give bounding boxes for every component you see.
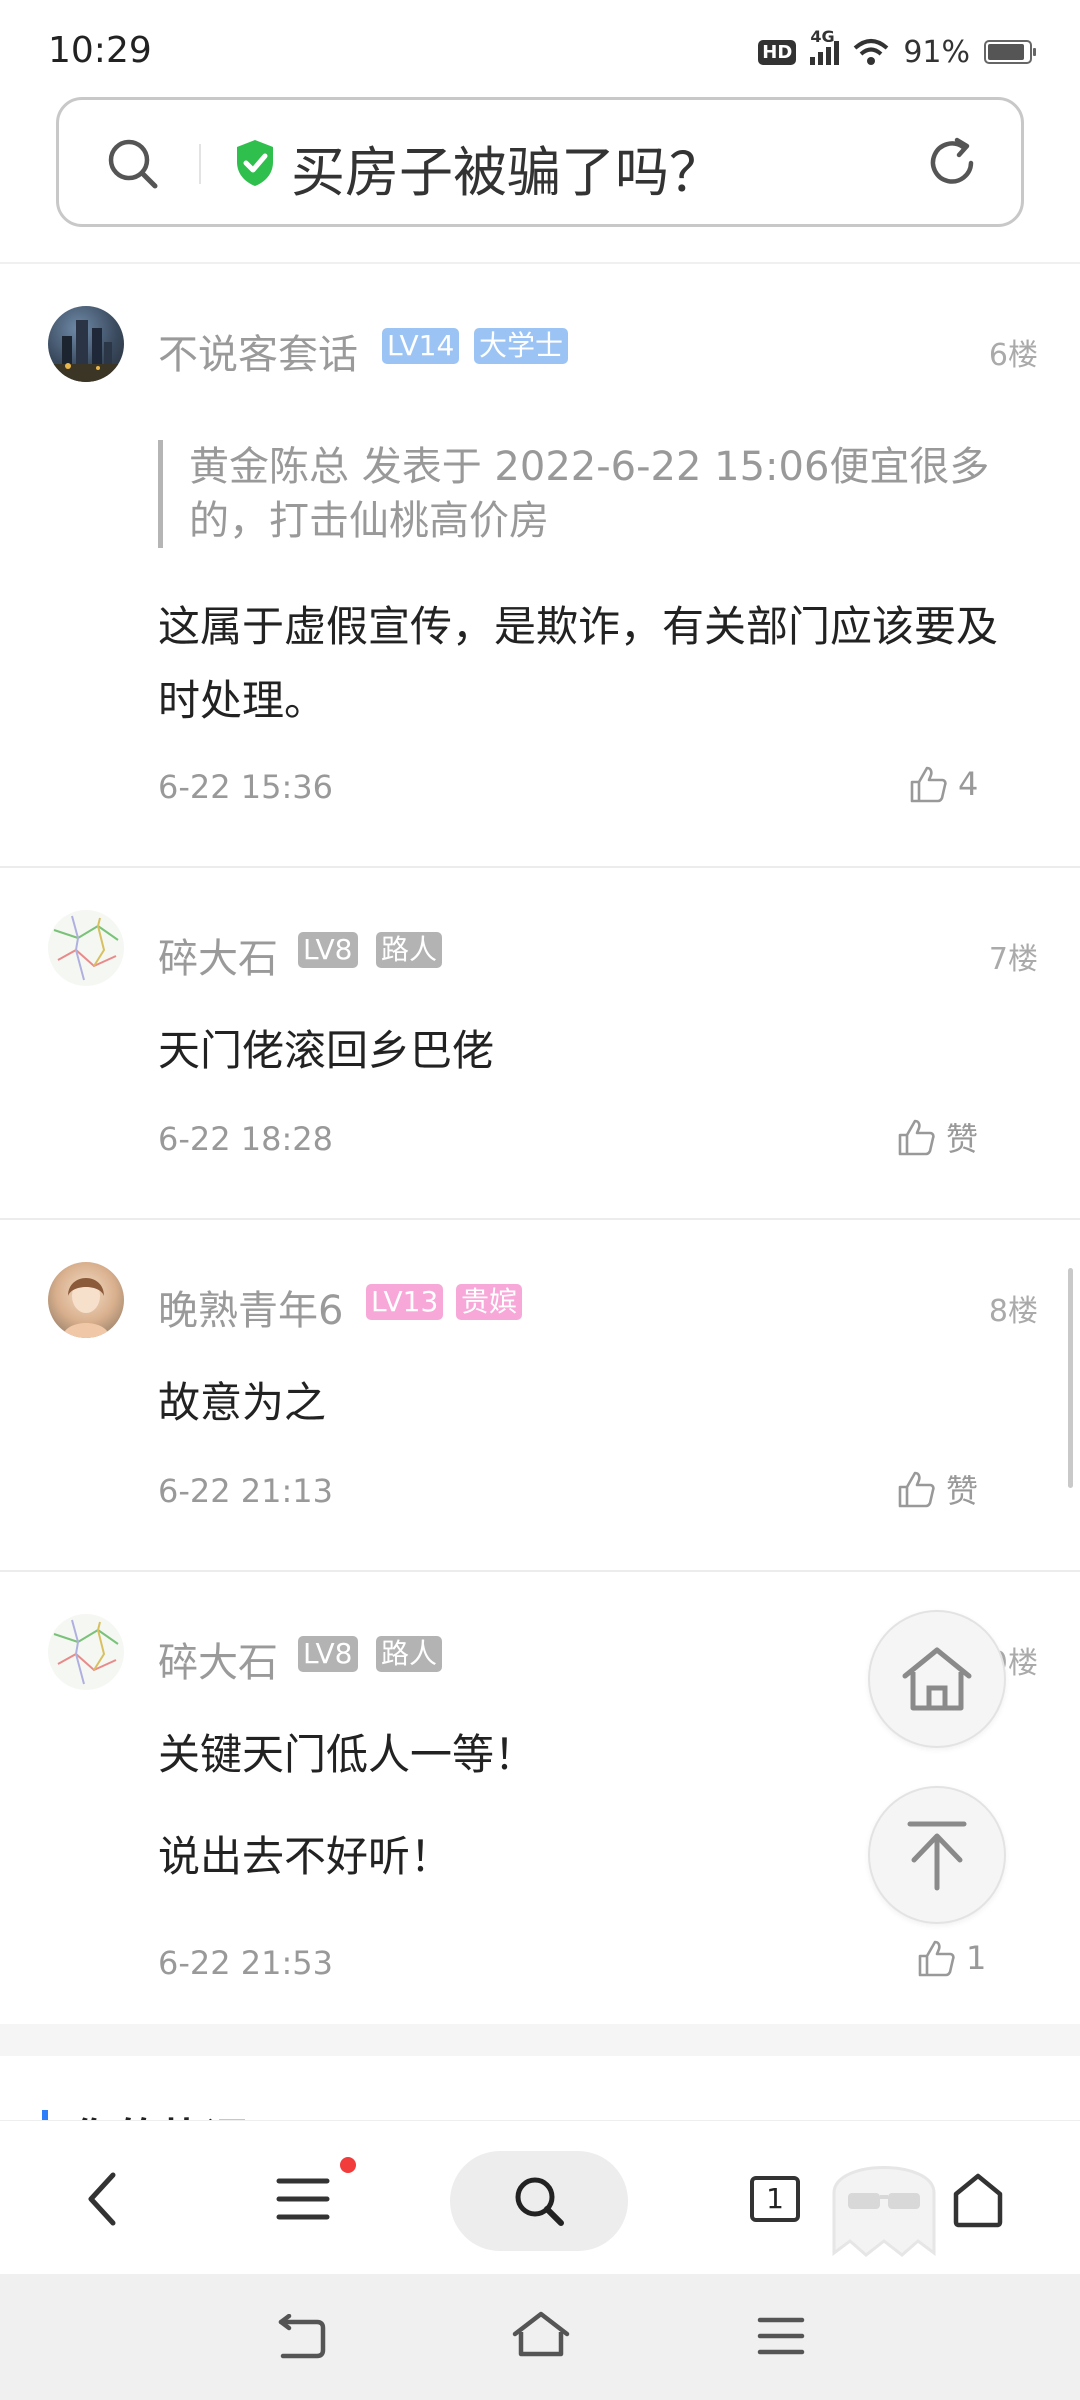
incognito-button[interactable] <box>820 2143 948 2263</box>
level-badge: LV14 <box>382 328 460 364</box>
hot-comments-section: 你的热评 <box>0 2056 1080 2120</box>
level-badge: LV8 <box>298 1636 358 1672</box>
scroll-top-button[interactable] <box>868 1786 1006 1924</box>
thumbs-up-icon <box>918 1940 955 1977</box>
avatar[interactable] <box>48 910 124 986</box>
title-badge: 路人 <box>376 932 443 968</box>
search-tab-button[interactable] <box>450 2151 628 2251</box>
like-count: 4 <box>958 765 979 803</box>
scrollbar[interactable] <box>1068 1268 1073 1488</box>
thumbs-up-icon <box>898 1119 935 1156</box>
menu-icon <box>757 2317 805 2355</box>
floor-number: 7楼 <box>988 942 1038 977</box>
like-count: 1 <box>966 1939 987 1977</box>
home-icon <box>512 2311 570 2357</box>
username[interactable]: 晚熟青年6 <box>158 1278 343 1336</box>
title-badge: 贵嫔 <box>456 1284 523 1320</box>
home-button[interactable] <box>950 2171 1006 2229</box>
like-label: 赞 <box>946 1472 979 1510</box>
status-time: 10:29 <box>48 30 152 71</box>
system-back-button[interactable] <box>272 2312 328 2362</box>
search-icon <box>515 2177 564 2226</box>
thumbs-up-icon <box>898 1471 935 1508</box>
like-button[interactable]: 1 <box>916 1938 986 1978</box>
comment-text: 天门佬滚回乡巴佬 <box>158 1026 495 1075</box>
floor-number: 6楼 <box>988 338 1038 373</box>
level-badge: LV13 <box>366 1284 444 1320</box>
tabs-button[interactable]: 1 <box>750 2176 800 2222</box>
status-bar: 10:29 HD 4G 91% <box>0 0 1080 96</box>
home-icon <box>953 2173 1003 2228</box>
avatar[interactable] <box>48 1614 124 1690</box>
home-float-button[interactable] <box>868 1610 1006 1748</box>
scroll-top-icon <box>907 1821 967 1891</box>
section-title: 你的热评 <box>72 2104 248 2120</box>
wifi-icon <box>853 39 889 65</box>
search-icon[interactable] <box>105 136 161 192</box>
system-home-button[interactable] <box>510 2308 572 2362</box>
city-avatar-image <box>48 320 124 382</box>
map-avatar-image <box>53 1619 119 1685</box>
search-divider <box>199 144 201 184</box>
menu-icon <box>276 2178 330 2220</box>
return-icon <box>278 2314 326 2359</box>
avatar[interactable] <box>48 1262 124 1338</box>
reload-icon[interactable] <box>923 134 981 192</box>
status-icons: HD 4G 91% <box>758 27 1036 74</box>
map-avatar-image <box>53 915 119 981</box>
battery-icon <box>984 40 1036 64</box>
home-icon <box>902 1647 972 1711</box>
thumbs-up-icon <box>910 766 947 803</box>
signal-icon: 4G <box>810 27 840 65</box>
section-accent-bar <box>42 2110 48 2120</box>
hd-icon: HD <box>758 39 797 65</box>
system-navigation-bar <box>0 2274 1080 2400</box>
title-badge: 大学士 <box>474 328 569 364</box>
menu-button[interactable] <box>274 2173 332 2225</box>
like-label: 赞 <box>946 1120 979 1158</box>
username[interactable]: 不说客套话 <box>158 322 358 380</box>
header-divider <box>0 262 1080 264</box>
browser-toolbar: 1 <box>0 2120 1080 2274</box>
network-type-label: 4G <box>810 27 835 46</box>
back-icon <box>88 2172 116 2226</box>
comment-text: 故意为之 <box>158 1378 327 1427</box>
username[interactable]: 碎大石 <box>158 926 278 984</box>
post-time: 6-22 15:36 <box>158 768 334 806</box>
portrait-avatar-image <box>62 1278 110 1338</box>
post-divider <box>0 866 1080 868</box>
floor-number: 8楼 <box>988 1294 1038 1329</box>
notification-dot <box>340 2157 356 2173</box>
search-bar[interactable]: 买房子被骗了吗？ <box>56 97 1024 227</box>
title-badge: 路人 <box>376 1636 443 1672</box>
post-time: 6-22 18:28 <box>158 1120 334 1158</box>
post-divider <box>0 1218 1080 1220</box>
like-button[interactable]: 赞 <box>896 1466 978 1512</box>
section-gap <box>0 2024 1080 2056</box>
post-time: 6-22 21:13 <box>158 1472 334 1510</box>
quote-block: 黄金陈总 发表于 2022-6-22 15:06便宜很多的，打击仙桃高价房 <box>158 440 998 548</box>
post-divider <box>0 1570 1080 1572</box>
post-time: 6-22 21:53 <box>158 1944 334 1982</box>
like-button[interactable]: 4 <box>908 764 978 804</box>
back-button[interactable] <box>76 2167 128 2231</box>
avatar[interactable] <box>48 306 124 382</box>
system-menu-button[interactable] <box>756 2314 806 2358</box>
username[interactable]: 碎大石 <box>158 1630 278 1688</box>
incognito-icon <box>832 2166 936 2257</box>
comment-text: 这属于虚假宣传，是欺诈，有关部门应该要及时处理。 <box>158 602 999 725</box>
search-query[interactable]: 买房子被骗了吗？ <box>291 128 723 207</box>
battery-percent: 91% <box>903 34 970 70</box>
shield-check-icon <box>237 140 273 186</box>
like-button[interactable]: 赞 <box>896 1114 978 1160</box>
level-badge: LV8 <box>298 932 358 968</box>
